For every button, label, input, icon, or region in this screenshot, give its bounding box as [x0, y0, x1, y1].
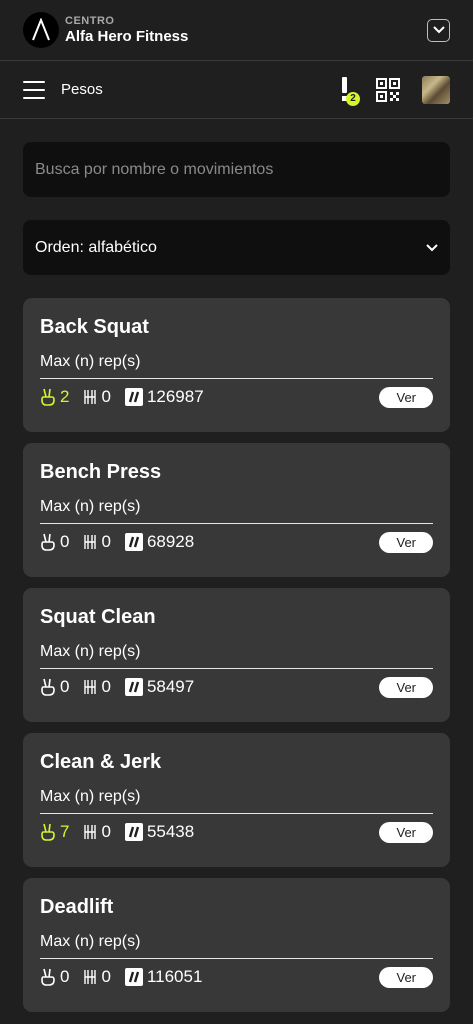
view-button[interactable]: Ver — [379, 821, 433, 843]
workout-stats: 0 0 68928 Ver — [40, 531, 433, 553]
barbell-stat: 0 — [83, 387, 111, 407]
barbell-icon — [84, 535, 97, 549]
barbell-count: 0 — [101, 822, 111, 841]
nav-bar: Pesos 2 — [0, 61, 473, 119]
sort-label: Orden: alfabético — [35, 238, 157, 256]
workout-card[interactable]: Clean & Jerk Max (n) rep(s) 7 0 55438 Ver — [23, 733, 450, 867]
workout-card[interactable]: Back Squat Max (n) rep(s) 2 0 126987 Ver — [23, 298, 450, 432]
peace-stat: 7 — [40, 822, 69, 842]
sort-select[interactable]: Orden: alfabético — [23, 220, 450, 275]
workout-subtitle: Max (n) rep(s) — [40, 352, 433, 379]
peace-count: 0 — [60, 532, 70, 551]
barbell-icon — [84, 825, 97, 839]
workout-title: Back Squat — [40, 316, 149, 338]
workout-subtitle: Max (n) rep(s) — [40, 497, 433, 524]
barbell-stat: 0 — [83, 677, 111, 697]
brand-logo-icon — [124, 823, 143, 841]
barbell-stat: 0 — [83, 822, 111, 842]
logo-a-icon — [32, 18, 50, 41]
workout-title: Deadlift — [40, 896, 114, 918]
barbell-count: 0 — [101, 967, 111, 986]
main-content: Orden: alfabético Back Squat Max (n) rep(… — [0, 119, 473, 1012]
workout-title: Clean & Jerk — [40, 751, 162, 773]
workout-card[interactable]: Bench Press Max (n) rep(s) 0 0 68928 Ver — [23, 443, 450, 577]
workout-subtitle: Max (n) rep(s) — [40, 787, 433, 814]
brand-logo-icon — [124, 968, 143, 986]
brand-stat: 68928 — [124, 532, 195, 552]
peace-stat: 0 — [40, 967, 69, 987]
brand-count: 68928 — [146, 532, 195, 551]
chevron-down-icon — [432, 26, 445, 34]
notifications-button[interactable]: 2 — [338, 75, 362, 106]
peace-hand-icon — [41, 678, 55, 696]
barbell-count: 0 — [101, 387, 111, 406]
peace-hand-icon — [41, 823, 55, 841]
user-avatar[interactable] — [422, 75, 450, 104]
center-info: CENTRO Alfa Hero Fitness — [65, 15, 427, 46]
barbell-icon — [84, 970, 97, 984]
peace-stat: 2 — [40, 387, 69, 407]
brand-stat: 126987 — [124, 387, 204, 407]
peace-hand-icon — [41, 388, 55, 406]
view-button[interactable]: Ver — [379, 386, 433, 408]
peace-count: 2 — [60, 387, 70, 406]
center-logo — [23, 12, 59, 48]
center-label: CENTRO — [65, 14, 115, 27]
menu-icon[interactable] — [23, 80, 45, 99]
center-name: Alfa Hero Fitness — [65, 27, 189, 45]
brand-stat: 55438 — [124, 822, 195, 842]
alert-icon — [342, 76, 347, 93]
peace-count: 0 — [60, 677, 70, 696]
peace-stat: 0 — [40, 532, 69, 552]
qr-code-icon[interactable] — [376, 77, 400, 102]
barbell-count: 0 — [101, 532, 111, 551]
peace-count: 7 — [60, 822, 70, 841]
view-button[interactable]: Ver — [379, 966, 433, 988]
peace-count: 0 — [60, 967, 70, 986]
center-dropdown-button[interactable] — [427, 18, 450, 42]
page-title: Pesos — [61, 81, 103, 98]
barbell-stat: 0 — [83, 532, 111, 552]
workout-subtitle: Max (n) rep(s) — [40, 642, 433, 669]
workout-stats: 7 0 55438 Ver — [40, 821, 433, 843]
workout-stats: 0 0 58497 Ver — [40, 676, 433, 698]
peace-stat: 0 — [40, 677, 69, 697]
peace-hand-icon — [41, 533, 55, 551]
workout-title: Squat Clean — [40, 606, 156, 628]
barbell-icon — [84, 390, 97, 404]
brand-count: 55438 — [146, 822, 195, 841]
search-box[interactable] — [23, 142, 450, 197]
barbell-icon — [84, 680, 97, 694]
top-bar: CENTRO Alfa Hero Fitness — [0, 0, 473, 61]
brand-logo-icon — [124, 678, 143, 696]
peace-hand-icon — [41, 968, 55, 986]
workout-card[interactable]: Deadlift Max (n) rep(s) 0 0 116051 Ver — [23, 878, 450, 1012]
workout-card[interactable]: Squat Clean Max (n) rep(s) 0 0 58497 Ver — [23, 588, 450, 722]
notification-badge: 2 — [346, 91, 360, 106]
brand-stat: 116051 — [124, 967, 203, 987]
brand-count: 126987 — [146, 387, 204, 406]
workout-subtitle: Max (n) rep(s) — [40, 932, 433, 959]
barbell-count: 0 — [101, 677, 111, 696]
brand-logo-icon — [124, 533, 143, 551]
workout-title: Bench Press — [40, 461, 162, 483]
workout-stats: 2 0 126987 Ver — [40, 386, 433, 408]
chevron-down-icon — [426, 243, 438, 251]
brand-count: 116051 — [146, 967, 203, 986]
brand-count: 58497 — [146, 677, 195, 696]
search-input[interactable] — [35, 160, 438, 179]
brand-stat: 58497 — [124, 677, 195, 697]
view-button[interactable]: Ver — [379, 531, 433, 553]
view-button[interactable]: Ver — [379, 676, 433, 698]
barbell-stat: 0 — [83, 967, 111, 987]
brand-logo-icon — [124, 388, 143, 406]
workout-stats: 0 0 116051 Ver — [40, 966, 433, 988]
